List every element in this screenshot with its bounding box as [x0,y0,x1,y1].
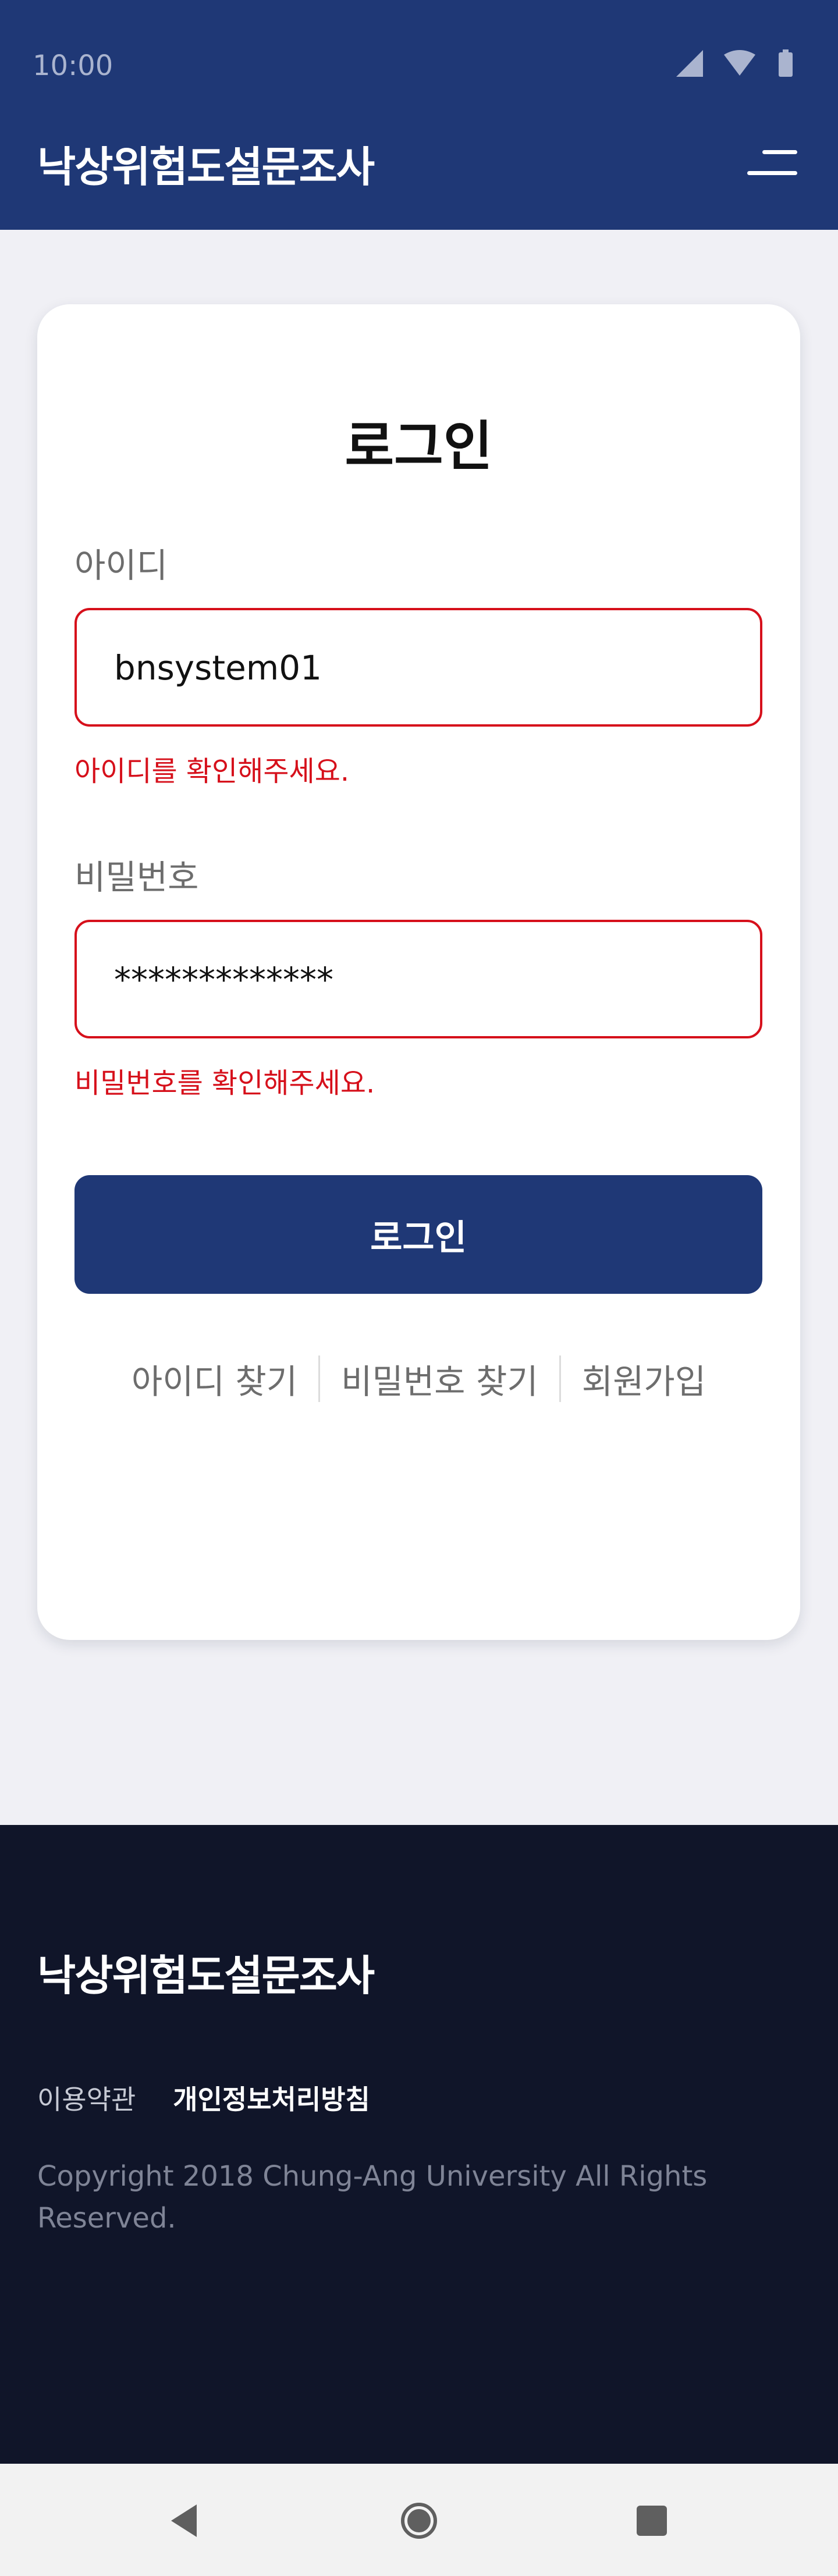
app-header: 10:00 낙상위험도설문조사 [0,0,838,230]
home-icon[interactable] [390,2492,448,2550]
terms-link[interactable]: 이용약관 [37,2079,136,2117]
signal-icon [676,50,703,77]
menu-icon[interactable] [747,150,797,179]
system-nav-bar [0,2464,838,2576]
back-icon[interactable] [155,2492,213,2550]
recents-icon[interactable] [623,2492,681,2550]
signup-link[interactable]: 회원가입 [561,1354,727,1403]
app-title: 낙상위험도설문조사 [37,143,375,191]
id-input[interactable] [113,610,732,725]
status-icons [676,49,793,77]
password-input[interactable] [113,922,732,1037]
login-button[interactable]: 로그인 [74,1175,762,1294]
id-error: 아이디를 확인해주세요. [74,755,350,788]
footer-links: 이용약관 개인정보처리방침 [37,2079,370,2117]
battery-icon [779,52,793,77]
footer: 낙상위험도설문조사 이용약관 개인정보처리방침 Copyright 2018 C… [0,1825,838,2464]
copyright: Copyright 2018 Chung-Ang University All … [37,2160,708,2235]
status-time: 10:00 [33,49,113,82]
account-links: 아이디 찾기 비밀번호 찾기 회원가입 [37,1354,800,1403]
wifi-icon [724,50,755,76]
password-field[interactable] [74,920,762,1038]
login-card: 로그인 아이디 아이디를 확인해주세요. 비밀번호 비밀번호를 확인해주세요. … [37,304,800,1640]
password-error: 비밀번호를 확인해주세요. [74,1067,375,1100]
id-field[interactable] [74,608,762,727]
find-password-link[interactable]: 비밀번호 찾기 [320,1354,559,1403]
privacy-link[interactable]: 개인정보처리방침 [173,2079,370,2117]
login-title: 로그인 [345,415,493,478]
id-label: 아이디 [74,546,168,585]
password-label: 비밀번호 [74,858,199,897]
find-id-link[interactable]: 아이디 찾기 [111,1354,318,1403]
footer-title: 낙상위험도설문조사 [37,1951,375,2000]
